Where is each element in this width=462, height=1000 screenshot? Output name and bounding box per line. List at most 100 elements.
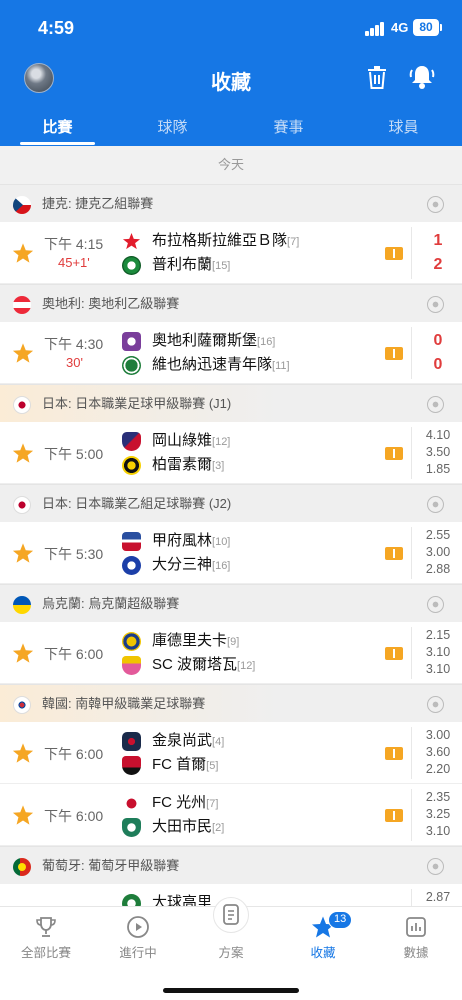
live-pitch-icon[interactable] — [385, 747, 403, 760]
divider — [411, 527, 412, 579]
live-pitch-icon[interactable] — [385, 547, 403, 560]
play-circle-icon — [127, 916, 149, 938]
document-icon — [223, 904, 239, 925]
odds-away: 3.10 — [425, 662, 451, 676]
daejeon-logo-icon — [122, 818, 141, 837]
star-icon[interactable] — [12, 542, 34, 564]
odds-home: 2.15 — [425, 628, 451, 642]
home-team-name: 岡山綠雉 — [152, 432, 213, 449]
league-header[interactable]: 奧地利: 奧地利乙級聯賽 — [0, 284, 462, 322]
match-row[interactable]: 下午 4:15 45+1' 布拉格斯拉維亞Ｂ隊[7] 普利布蘭[15] 1 2 — [0, 222, 462, 284]
football-icon[interactable] — [427, 696, 444, 713]
salzburg-logo-icon — [122, 332, 141, 351]
match-row[interactable]: 下午 5:00 岡山綠雉[12] 柏雷素爾[3] 4.10 3.50 1.85 — [0, 422, 462, 484]
league-header[interactable]: 捷克: 捷克乙組聯賽 — [0, 184, 462, 222]
live-pitch-icon[interactable] — [385, 347, 403, 360]
match-teams: 布拉格斯拉維亞Ｂ隊[7] 普利布蘭[15] — [122, 229, 382, 277]
match-row[interactable]: 下午 4:30 30' 奧地利薩爾斯堡[16] 維也納迅速青年隊[11] 0 0 — [0, 322, 462, 384]
japan-flag-icon — [13, 496, 31, 514]
away-score: 2 — [433, 256, 443, 273]
away-team: 大分三神[16] — [122, 553, 382, 577]
league-header[interactable]: 葡萄牙: 葡萄牙甲級聯賽 — [0, 846, 462, 884]
nav-data[interactable]: 數據 — [370, 907, 462, 967]
away-team-rank: [11] — [272, 360, 290, 372]
tab-players[interactable]: 球員 — [346, 116, 461, 137]
home-team: FC 光州[7] — [122, 791, 382, 815]
divider — [411, 889, 412, 906]
home-score: 1 — [433, 232, 443, 249]
away-team: FC 首爾[5] — [122, 753, 382, 777]
odds-draw: 3.50 — [425, 445, 451, 459]
home-team-name: 甲府風林 — [152, 532, 213, 549]
nav-in-progress[interactable]: 進行中 — [92, 907, 184, 967]
odds-away: 2.20 — [425, 762, 451, 776]
star-icon[interactable] — [12, 742, 34, 764]
football-icon[interactable] — [427, 596, 444, 613]
star-icon[interactable] — [12, 242, 34, 264]
league-header[interactable]: 韓國: 南韓甲級職業足球聯賽 — [0, 684, 462, 722]
match-time: 下午 6:00 — [44, 646, 104, 662]
football-icon[interactable] — [427, 396, 444, 413]
nav-plans[interactable]: 方案 — [185, 897, 277, 967]
away-team-name: 大田市民 — [152, 818, 213, 835]
football-icon[interactable] — [427, 858, 444, 875]
match-row[interactable]: 下午 6:00 庫德里夫卡[9] SC 波爾塔瓦[12] 2.15 3.10 3… — [0, 622, 462, 684]
star-icon[interactable] — [12, 342, 34, 364]
away-team-name: 大分三神 — [152, 556, 213, 573]
live-pitch-icon[interactable] — [385, 447, 403, 460]
page-title: 收藏 — [211, 72, 251, 94]
favorites-list[interactable]: 今天 捷克: 捷克乙組聯賽 下午 4:15 45+1' 布拉格斯拉維亞Ｂ隊[7]… — [0, 146, 462, 906]
away-team-rank: [3] — [212, 460, 225, 472]
away-team-name: 普利布蘭 — [152, 256, 213, 273]
match-teams: 甲府風林[10] 大分三神[16] — [122, 529, 382, 577]
status-bar: 4:59 4G 80 — [0, 18, 462, 40]
gimcheon-logo-icon — [122, 732, 141, 751]
home-team-rank: [10] — [212, 536, 231, 548]
league-name: 日本: 日本職業足球甲級聯賽 (J1) — [42, 396, 232, 411]
match-minute: 45+1' — [58, 255, 90, 270]
league-name: 日本: 日本職業乙組足球聯賽 (J2) — [42, 496, 232, 511]
star-icon[interactable] — [12, 442, 34, 464]
match-teams: 岡山綠雉[12] 柏雷素爾[3] — [122, 429, 382, 477]
divider — [411, 789, 412, 841]
battery-tip — [440, 24, 442, 31]
trash-icon[interactable] — [364, 64, 390, 90]
live-pitch-icon[interactable] — [385, 809, 403, 822]
home-team-rank: [9] — [227, 636, 240, 648]
league-header[interactable]: 日本: 日本職業足球甲級聯賽 (J1) — [0, 384, 462, 422]
football-icon[interactable] — [427, 196, 444, 213]
odds-home: 4.10 — [425, 428, 451, 442]
network-type: 4G — [391, 20, 409, 35]
league-header[interactable]: 日本: 日本職業乙組足球聯賽 (J2) — [0, 484, 462, 522]
odds-home: 2.87 — [425, 890, 451, 904]
away-score: 0 — [433, 356, 443, 373]
live-pitch-icon[interactable] — [385, 247, 403, 260]
home-score: 0 — [433, 332, 443, 349]
away-team: 普利布蘭[15] — [122, 253, 382, 277]
odds-draw: 3.60 — [425, 745, 451, 759]
away-team-name: SC 波爾塔瓦 — [152, 656, 238, 673]
nav-favorites[interactable]: 13 收藏 — [277, 907, 369, 967]
trophy-icon — [36, 917, 56, 937]
rapid-logo-icon — [122, 356, 141, 375]
signal-icon — [365, 22, 387, 36]
nav-all-matches[interactable]: 全部比賽 — [0, 907, 92, 967]
match-row[interactable]: 下午 5:30 甲府風林[10] 大分三神[16] 2.55 3.00 2.88 — [0, 522, 462, 584]
match-row[interactable]: 下午 6:00 FC 光州[7] 大田市民[2] 2.35 3.25 3.10 — [0, 784, 462, 846]
league-header[interactable]: 烏克蘭: 烏克蘭超級聯賽 — [0, 584, 462, 622]
star-icon[interactable] — [12, 804, 34, 826]
bell-icon[interactable] — [409, 64, 435, 90]
football-icon[interactable] — [427, 296, 444, 313]
football-icon[interactable] — [427, 496, 444, 513]
live-pitch-icon[interactable] — [385, 647, 403, 660]
match-time: 下午 4:15 — [44, 236, 104, 252]
match-row[interactable]: 下午 6:00 金泉尚武[4] FC 首爾[5] 3.00 3.60 2.20 — [0, 722, 462, 784]
home-indicator — [163, 988, 299, 993]
tab-matches[interactable]: 比賽 — [0, 116, 115, 137]
odds-home: 2.35 — [425, 790, 451, 804]
tab-teams[interactable]: 球隊 — [115, 116, 230, 137]
korea-flag-icon — [13, 696, 31, 714]
match-time: 下午 5:30 — [44, 546, 104, 562]
tab-competitions[interactable]: 賽事 — [231, 116, 346, 137]
star-icon[interactable] — [12, 642, 34, 664]
